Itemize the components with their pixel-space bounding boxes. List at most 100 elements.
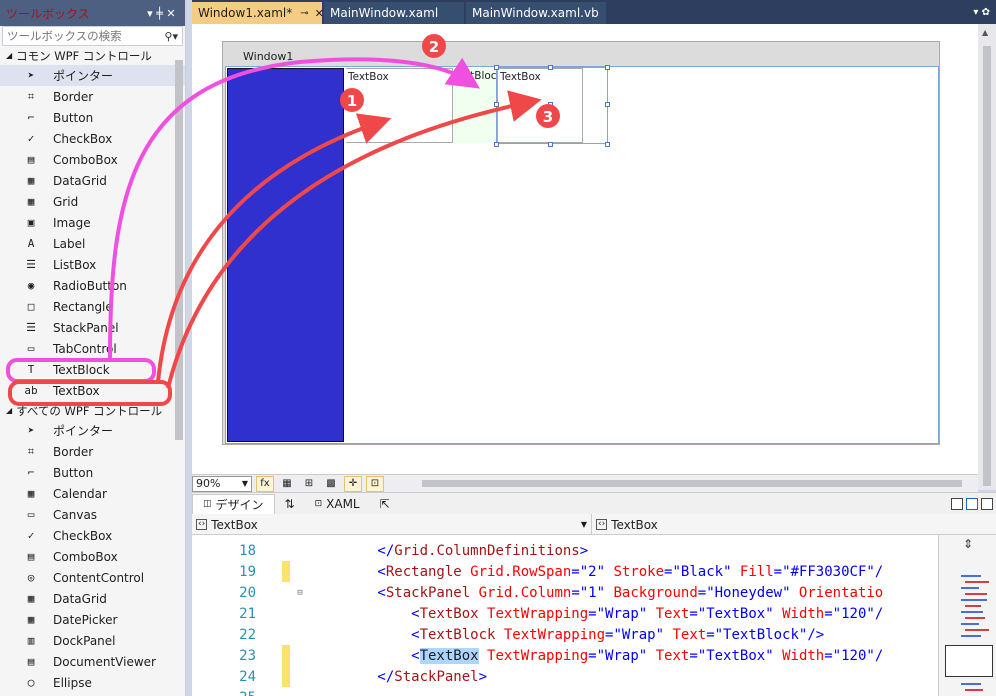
- toolbox-item-[interactable]: ➤ ポインター: [0, 420, 185, 441]
- toolbox-item-documentviewer[interactable]: ▤ DocumentViewer: [0, 651, 185, 672]
- toolbox-search-input[interactable]: ツールボックスの検索 ⚲▾: [2, 26, 183, 46]
- collapse-pane-icon[interactable]: [981, 497, 993, 510]
- code-line[interactable]: 20 ⊟ <StackPanel Grid.Column="1" Backgrou…: [192, 582, 938, 603]
- rectangle-element[interactable]: [227, 68, 344, 442]
- chevron-down-icon: ▼: [580, 520, 587, 529]
- toolbox-scrollbar[interactable]: [175, 60, 183, 440]
- editor-minimap[interactable]: ⇕: [938, 535, 996, 696]
- snap-grid-button[interactable]: ⊞: [300, 476, 318, 492]
- toolbox-item-label[interactable]: A Label: [0, 233, 185, 254]
- collapse-arrow-icon: ◢: [6, 51, 13, 60]
- resize-handle[interactable]: [494, 142, 499, 147]
- textbox-element-1[interactable]: TextBox: [346, 68, 453, 143]
- tab-design[interactable]: ◫ デザイン: [192, 493, 275, 514]
- artboard-background-button[interactable]: ▩: [322, 476, 340, 492]
- code-line[interactable]: 19 <Rectangle Grid.RowSpan="2" Stroke="B…: [192, 561, 938, 582]
- resize-handle[interactable]: [548, 142, 553, 147]
- toolbox-item-canvas[interactable]: ▭ Canvas: [0, 504, 185, 525]
- toolbox-item-dockpanel[interactable]: ▥ DockPanel: [0, 630, 185, 651]
- design-surface[interactable]: Window1 TextBox TextBlock TextBox: [192, 24, 978, 474]
- toolbox-item-label: Rectangle: [53, 299, 113, 314]
- toolbox-item-ellipse[interactable]: ◯ Ellipse: [0, 672, 185, 693]
- pin-icon[interactable]: ⊸: [300, 8, 308, 19]
- toolbox-item-calendar[interactable]: ▦ Calendar: [0, 483, 185, 504]
- grid-toggle-button[interactable]: ▦: [278, 476, 296, 492]
- toolbox-item-checkbox[interactable]: ✓ CheckBox: [0, 128, 185, 149]
- tab-window1-xaml-[interactable]: Window1.xaml* ⊸ ✕: [192, 2, 324, 24]
- documentviewer-icon: ▤: [27, 655, 35, 668]
- toolbox-item-combobox[interactable]: ▤ ComboBox: [0, 149, 185, 170]
- scroll-up-icon[interactable]: ▲: [982, 28, 988, 37]
- code-line[interactable]: 21 <TextBox TextWrapping="Wrap" Text="Te…: [192, 603, 938, 624]
- swap-panes-button[interactable]: ⇅: [275, 494, 305, 514]
- zoom-select[interactable]: 90% ▼: [192, 475, 252, 492]
- close-icon[interactable]: ✕: [315, 7, 324, 20]
- close-icon[interactable]: ✕: [163, 7, 179, 20]
- code-line[interactable]: 25: [192, 687, 938, 696]
- line-number: 18: [239, 542, 256, 559]
- toolbox-item-textbox[interactable]: ab TextBox: [0, 380, 185, 401]
- toolbox-item-listbox[interactable]: ☰ ListBox: [0, 254, 185, 275]
- fx-button[interactable]: fx: [256, 475, 274, 492]
- minimap-viewport[interactable]: [945, 645, 993, 677]
- tab-xaml[interactable]: ⊡ XAML: [305, 494, 370, 514]
- toolbox-item-button[interactable]: ⌐ Button: [0, 107, 185, 128]
- project-code-button[interactable]: ⊡: [366, 475, 384, 492]
- toolbox-item-radiobutton[interactable]: ◉ RadioButton: [0, 275, 185, 296]
- member-nav-combo[interactable]: ‹› TextBox: [592, 514, 996, 535]
- code-line[interactable]: 23 <TextBox TextWrapping="Wrap" Text="Te…: [192, 645, 938, 666]
- pin-icon[interactable]: ▾ ╪: [147, 7, 163, 20]
- tab-mainwindow-xaml-vb[interactable]: MainWindow.xaml.vb: [466, 2, 606, 24]
- resize-handle[interactable]: [605, 102, 610, 107]
- snap-lines-button[interactable]: ✛: [344, 475, 362, 492]
- horizontal-split-icon[interactable]: [966, 497, 978, 510]
- view-switch-row: ◫ デザイン ⇅ ⊡ XAML ⇱: [192, 492, 996, 514]
- toolbox-item-contentcontrol[interactable]: ◎ ContentControl: [0, 567, 185, 588]
- resize-handle[interactable]: [548, 102, 553, 107]
- toolbox-item-border[interactable]: ⌗ Border: [0, 86, 185, 107]
- resize-handle[interactable]: [605, 65, 610, 70]
- popout-xaml-button[interactable]: ⇱: [370, 494, 400, 514]
- designer-horizontal-scrollbar[interactable]: [422, 480, 962, 487]
- element-nav-combo[interactable]: ‹› TextBox ▼: [192, 514, 592, 535]
- toolbox-item-datepicker[interactable]: ▦ DatePicker: [0, 609, 185, 630]
- toolbox-item-rectangle[interactable]: □ Rectangle: [0, 296, 185, 317]
- window-client-area[interactable]: TextBox TextBlock TextBox: [225, 65, 939, 444]
- search-icon[interactable]: ⚲▾: [164, 30, 178, 43]
- xaml-code-editor[interactable]: 18 </Grid.ColumnDefinitions> 19 <Rectangl…: [192, 535, 938, 696]
- resize-handle[interactable]: [548, 65, 553, 70]
- toolbox-item-border[interactable]: ⌗ Border: [0, 441, 185, 462]
- button-icon: ⌐: [27, 466, 35, 479]
- split-editor-icon[interactable]: ⇕: [939, 535, 996, 553]
- designer-vertical-scrollbar[interactable]: ▲: [978, 24, 996, 490]
- toolbox-item-button[interactable]: ⌐ Button: [0, 462, 185, 483]
- toolbox-item-combobox[interactable]: ▤ ComboBox: [0, 546, 185, 567]
- tab-mainwindow-xaml[interactable]: MainWindow.xaml: [324, 2, 464, 24]
- toolbox-item-grid[interactable]: ▦ Grid: [0, 191, 185, 212]
- code-line[interactable]: 24 </StackPanel>: [192, 666, 938, 687]
- textblock-element[interactable]: TextBlock: [453, 68, 497, 143]
- toolbox-item-tabcontrol[interactable]: ▭ TabControl: [0, 338, 185, 359]
- toolbox-item-image[interactable]: ▣ Image: [0, 212, 185, 233]
- group-all-wpf[interactable]: ◢ すべての WPF コントロール: [0, 401, 185, 420]
- resize-handle[interactable]: [605, 142, 610, 147]
- code-line[interactable]: 22 <TextBlock TextWrapping="Wrap" Text="…: [192, 624, 938, 645]
- scroll-thumb[interactable]: [983, 46, 991, 486]
- toolbox-item-datagrid[interactable]: ▦ DataGrid: [0, 588, 185, 609]
- toolbox-item-textblock[interactable]: T TextBlock: [0, 359, 185, 380]
- toolbox-item-label: DataGrid: [53, 173, 107, 188]
- resize-handle[interactable]: [494, 102, 499, 107]
- toolbox-item-stackpanel[interactable]: ☰ StackPanel: [0, 317, 185, 338]
- listbox-icon: ☰: [26, 258, 36, 271]
- toolbox-item-datagrid[interactable]: ▦ DataGrid: [0, 170, 185, 191]
- toolbox-item-label: ComboBox: [53, 152, 118, 167]
- resize-handle[interactable]: [494, 65, 499, 70]
- fold-toggle-icon[interactable]: ⊟: [290, 588, 310, 598]
- vertical-split-icon[interactable]: [951, 497, 963, 510]
- code-line[interactable]: 18 </Grid.ColumnDefinitions>: [192, 540, 938, 561]
- tab-overflow-icon[interactable]: ▾ ✿: [967, 0, 996, 24]
- toolbox-item-checkbox[interactable]: ✓ CheckBox: [0, 525, 185, 546]
- toolbox-item-[interactable]: ➤ ポインター: [0, 65, 185, 86]
- group-common-wpf[interactable]: ◢ コモン WPF コントロール: [0, 46, 185, 65]
- tab-label: Window1.xaml*: [198, 6, 293, 20]
